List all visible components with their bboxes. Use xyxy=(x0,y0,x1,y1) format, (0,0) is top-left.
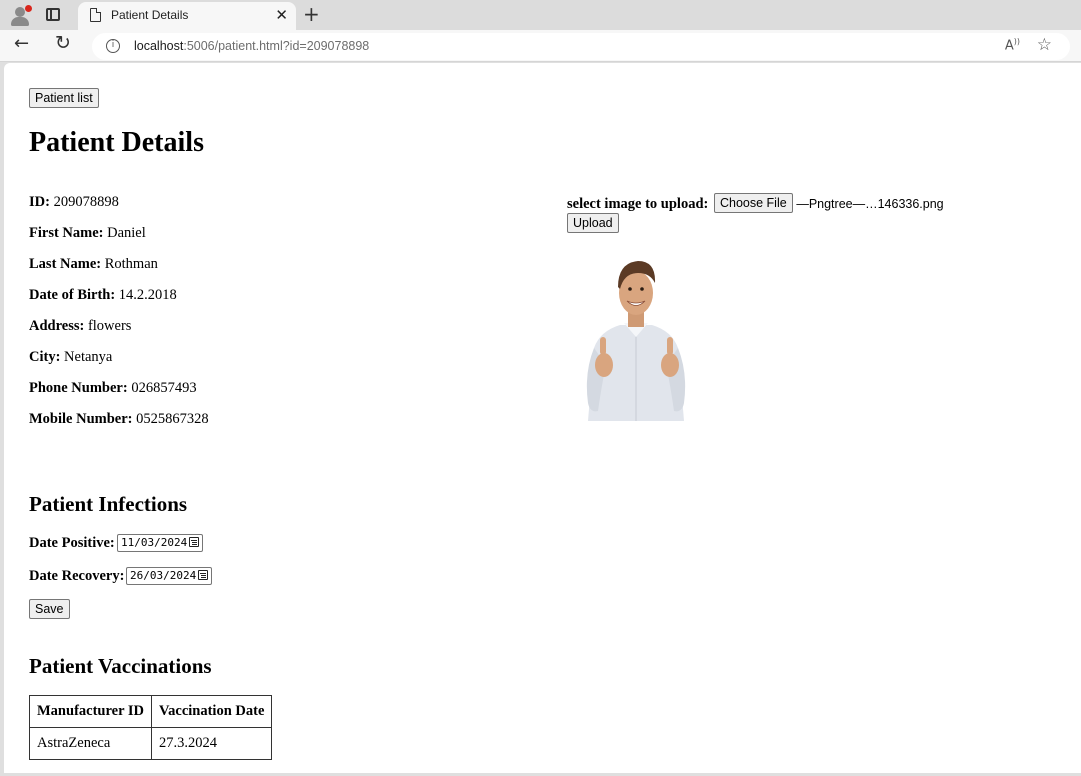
calendar-icon[interactable] xyxy=(198,570,209,580)
field-label: City: xyxy=(29,349,61,365)
upload-button[interactable]: Upload xyxy=(567,213,619,233)
field-label: Date of Birth: xyxy=(29,287,116,303)
close-tab-icon[interactable]: ✕ xyxy=(275,5,288,25)
field-value: 0525867328 xyxy=(136,411,209,427)
field-address: Address: flowers xyxy=(29,318,131,335)
cell-vaccination-date: 27.3.2024 xyxy=(150,727,273,760)
page-icon xyxy=(90,8,101,22)
infections-heading: Patient Infections xyxy=(29,492,188,516)
patient-list-button[interactable]: Patient list xyxy=(29,88,99,108)
tab-title: Patient Details xyxy=(111,8,189,22)
read-aloud-icon[interactable]: A)) xyxy=(1005,37,1020,53)
column-header-vaccination-date: Vaccination Date xyxy=(150,695,273,728)
column-header-manufacturer: Manufacturer ID xyxy=(29,695,152,728)
address-bar[interactable]: i localhost:5006/patient.html?id=2090788… xyxy=(92,33,1070,60)
url-text[interactable]: localhost:5006/patient.html?id=209078898 xyxy=(134,39,369,53)
browser-toolbar: ← ↻ i localhost:5006/patient.html?id=209… xyxy=(0,30,1081,62)
field-first-name: First Name: Daniel xyxy=(29,225,146,242)
field-city: City: Netanya xyxy=(29,349,112,366)
field-mobile-number: Mobile Number: 0525867328 xyxy=(29,411,209,428)
cell-manufacturer: AstraZeneca xyxy=(29,727,152,760)
date-recovery-label: Date Recovery: xyxy=(29,568,125,584)
upload-label: select image to upload: xyxy=(567,196,709,212)
browser-tab-bar: Patient Details ✕ + xyxy=(0,0,1081,30)
field-label: ID: xyxy=(29,194,50,210)
date-recovery-value: 26/03/2024 xyxy=(130,569,197,582)
vaccinations-table: Manufacturer ID Vaccination Date AstraZe… xyxy=(29,695,273,760)
page-viewport: Patient list Patient Details ID: 2090788… xyxy=(4,63,1081,773)
field-value: 209078898 xyxy=(53,194,119,210)
patient-photo xyxy=(586,261,686,421)
back-arrow-icon[interactable]: ← xyxy=(14,33,29,54)
field-label: Phone Number: xyxy=(29,380,128,396)
tab-actions-icon[interactable] xyxy=(46,8,60,21)
date-recovery-input[interactable]: 26/03/2024 xyxy=(126,567,213,585)
page-title: Patient Details xyxy=(29,127,204,158)
field-date-of-birth: Date of Birth: 14.2.2018 xyxy=(29,287,177,304)
date-positive-label: Date Positive: xyxy=(29,535,115,551)
field-value: 026857493 xyxy=(131,380,197,396)
field-phone-number: Phone Number: 026857493 xyxy=(29,380,197,397)
field-value: flowers xyxy=(87,318,132,334)
reload-icon[interactable]: ↻ xyxy=(55,32,71,54)
save-button[interactable]: Save xyxy=(29,599,70,619)
field-last-name: Last Name: Rothman xyxy=(29,256,158,273)
field-value: 14.2.2018 xyxy=(118,287,177,303)
field-value: Netanya xyxy=(64,349,113,365)
field-value: Rothman xyxy=(104,256,158,272)
image-upload-row: select image to upload: Choose File —Png… xyxy=(567,193,944,214)
url-path: :5006/patient.html?id=209078898 xyxy=(183,39,370,53)
calendar-icon[interactable] xyxy=(189,537,200,547)
new-tab-icon[interactable]: + xyxy=(303,2,320,26)
field-id: ID: 209078898 xyxy=(29,194,119,211)
site-info-icon[interactable]: i xyxy=(106,39,120,53)
favorite-star-icon[interactable]: ☆ xyxy=(1037,35,1052,55)
field-label: Address: xyxy=(29,318,85,334)
field-value: Daniel xyxy=(107,225,146,241)
vaccinations-heading: Patient Vaccinations xyxy=(29,654,212,678)
field-label: Mobile Number: xyxy=(29,411,133,427)
field-label: Last Name: xyxy=(29,256,102,272)
url-host: localhost xyxy=(134,39,184,53)
profile-avatar-icon[interactable] xyxy=(8,4,32,26)
field-label: First Name: xyxy=(29,225,104,241)
date-positive-input[interactable]: 11/03/2024 xyxy=(117,534,204,552)
table-header-row: Manufacturer ID Vaccination Date xyxy=(29,695,273,728)
browser-tab[interactable]: Patient Details ✕ xyxy=(78,2,296,30)
table-row: AstraZeneca 27.3.2024 xyxy=(29,727,273,760)
date-positive-value: 11/03/2024 xyxy=(121,536,188,549)
choose-file-button[interactable]: Choose File xyxy=(713,193,793,213)
selected-file-name: —Pngtree—…146336.png xyxy=(796,197,944,211)
